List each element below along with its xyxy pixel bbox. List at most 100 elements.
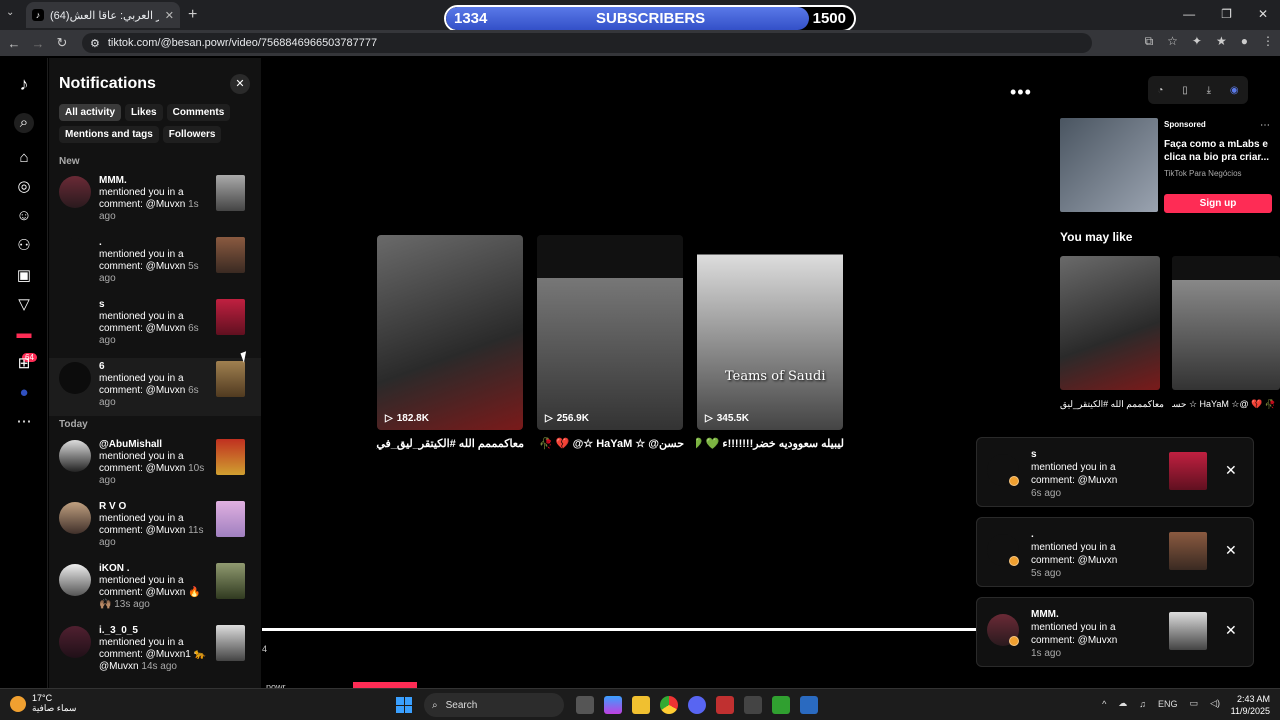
video-thumbnail[interactable]: [216, 501, 245, 537]
notification-item[interactable]: . mentioned you in a comment: @Muvxn 5s a…: [49, 234, 261, 292]
filter-likes[interactable]: Likes: [125, 104, 163, 121]
video-thumbnail[interactable]: [216, 361, 245, 397]
notification-item[interactable]: i._3_0_5 mentioned you in a comment: @Muv…: [49, 622, 261, 680]
site-info-icon[interactable]: ⚙: [90, 37, 100, 50]
mic-icon[interactable]: ♫: [1139, 699, 1146, 709]
taskbar-search[interactable]: ⌕ Search: [424, 693, 564, 717]
profile-avatar[interactable]: ●: [14, 383, 34, 403]
weather-widget[interactable]: 17°C سماء صافية: [10, 693, 76, 714]
close-toast-icon[interactable]: ✕: [1225, 622, 1237, 639]
notification-item[interactable]: R V Omentioned you in a comment: @Muvxn …: [49, 498, 261, 556]
video-thumbnail[interactable]: [216, 439, 245, 475]
reload-icon[interactable]: ↻: [50, 35, 74, 51]
notification-item[interactable]: @AbuMishall mentioned you in a comment: @…: [49, 436, 261, 494]
avatar[interactable]: [59, 176, 91, 208]
chrome-icon[interactable]: [660, 696, 678, 714]
extensions-icon[interactable]: ✦: [1192, 34, 1202, 49]
recommended-thumbnail[interactable]: [1060, 256, 1160, 390]
network-icon[interactable]: ▭: [1190, 698, 1199, 709]
notification-item[interactable]: iKON . mentioned you in a comment: @Muvxn…: [49, 560, 261, 618]
filter-mentions-and-tags[interactable]: Mentions and tags: [59, 126, 159, 143]
mention-toast[interactable]: MMM. mentioned you in a comment: @Muvxn 1s…: [976, 597, 1254, 667]
new-tab-button[interactable]: +: [188, 6, 197, 24]
app-icon[interactable]: [716, 696, 734, 714]
tray-chevron-icon[interactable]: ^: [1102, 699, 1106, 709]
install-app-icon[interactable]: ⧉: [1145, 34, 1154, 49]
phone-icon[interactable]: ▯: [1182, 85, 1188, 96]
upload-icon[interactable]: ⊞: [14, 354, 34, 374]
bookmark-star-icon[interactable]: ☆: [1167, 34, 1178, 49]
home-icon[interactable]: ⌂: [14, 148, 34, 168]
download-icon[interactable]: ⤓: [1207, 85, 1211, 96]
sponsored-image[interactable]: [1060, 118, 1158, 212]
mention-toast[interactable]: . mentioned you in a comment: @Muvxn 5s ag…: [976, 517, 1254, 587]
windows-start-icon[interactable]: [396, 697, 412, 713]
video-caption[interactable]: حسن@ ☆ HaYaM ☆@ 💔 🥀 الشمري kw @Amaro @ثا…: [536, 436, 684, 452]
tab-search-icon[interactable]: ⌄: [6, 7, 14, 18]
discord-icon[interactable]: [688, 696, 706, 714]
app-icon[interactable]: [772, 696, 790, 714]
profile-icon[interactable]: ●: [1241, 34, 1248, 49]
close-notifications-icon[interactable]: ✕: [230, 74, 250, 94]
messages-icon[interactable]: ▬: [14, 324, 34, 344]
mention-toast[interactable]: s mentioned you in a comment: @Muvxn 6s ag…: [976, 437, 1254, 507]
notification-item[interactable]: 6 mentioned you in a comment: @Muvxn 6s a…: [49, 358, 261, 416]
video-progress-bar[interactable]: [262, 628, 976, 631]
sponsored-more-icon[interactable]: ⋯: [1260, 120, 1270, 131]
video-card[interactable]: ▷ 256.9K: [537, 235, 683, 430]
video-thumbnail[interactable]: [216, 237, 245, 273]
app-icon[interactable]: [800, 696, 818, 714]
video-thumbnail[interactable]: [216, 299, 245, 335]
url-field[interactable]: ⚙ tiktok.com/@besan.powr/video/756884696…: [82, 33, 1092, 53]
sponsored-text[interactable]: Faça como a mLabs e clica na bio pra cri…: [1164, 138, 1274, 164]
volume-icon[interactable]: ◁): [1210, 698, 1220, 709]
avatar[interactable]: [59, 440, 91, 472]
more-icon[interactable]: ⋯: [14, 412, 34, 432]
app-icon[interactable]: [744, 696, 762, 714]
following-icon[interactable]: ☺: [14, 206, 34, 226]
maximize-button[interactable]: ❐: [1221, 7, 1232, 21]
file-explorer-icon[interactable]: [632, 696, 650, 714]
forward-icon[interactable]: →: [26, 36, 50, 51]
browser-tab[interactable]: ♪ (64)الشعر العربي: عاقا العش ✕: [26, 2, 180, 28]
language-indicator[interactable]: ENG: [1158, 699, 1178, 709]
video-thumbnail[interactable]: [216, 563, 245, 599]
avatar[interactable]: [59, 238, 91, 270]
onedrive-icon[interactable]: ☁: [1118, 698, 1127, 709]
video-thumbnail[interactable]: [216, 625, 245, 661]
minimize-button[interactable]: —: [1183, 7, 1195, 21]
activity-icon[interactable]: ▽: [14, 295, 34, 315]
avatar[interactable]: [59, 564, 91, 596]
bookmarks-icon[interactable]: ★: [1216, 34, 1227, 49]
recommended-caption[interactable]: 🥀 💔 @☆ HaYaM ☆ حسن الشمري kw hayam essoi: [1172, 398, 1276, 411]
video-card[interactable]: ▷ 182.8K: [377, 235, 523, 430]
profile-ring-icon[interactable]: ◉: [1230, 85, 1239, 96]
video-caption[interactable]: ليبيله سعووديه خضر!!!!!!!ء 💚 💚 SA@SXB @d…: [696, 436, 844, 452]
close-toast-icon[interactable]: ✕: [1225, 542, 1237, 559]
video-caption[interactable]: معاكمممم الله #الكيتقر_ليق_في_السعوديه #…: [376, 436, 524, 452]
notification-item[interactable]: s mentioned you in a comment: @Muvxn 6s a…: [49, 296, 261, 354]
notification-item[interactable]: MMM. mentioned you in a comment: @Muvxn 1…: [49, 172, 261, 230]
explore-icon[interactable]: ◎: [14, 177, 34, 197]
browser-menu-icon[interactable]: ⋮: [1262, 34, 1274, 49]
filter-all-activity[interactable]: All activity: [59, 104, 122, 121]
video-card[interactable]: Teams of Saudi ▷ 345.5K: [697, 235, 843, 430]
back-icon[interactable]: ←: [2, 36, 26, 51]
search-icon[interactable]: ⌕: [14, 113, 34, 133]
speed-icon[interactable]: ◔: [1157, 85, 1163, 96]
filter-comments[interactable]: Comments: [166, 104, 231, 121]
task-view-icon[interactable]: [576, 696, 594, 714]
avatar[interactable]: [59, 362, 91, 394]
copilot-icon[interactable]: [604, 696, 622, 714]
more-options-icon[interactable]: •••: [1010, 82, 1032, 103]
filter-followers[interactable]: Followers: [162, 126, 222, 143]
recommended-caption[interactable]: معاكمممم الله #الكيتقر_ليق_في_السعوديه 3…: [1060, 398, 1164, 411]
close-window-button[interactable]: ✕: [1258, 7, 1268, 21]
video-thumbnail[interactable]: [216, 175, 245, 211]
avatar[interactable]: [59, 300, 91, 332]
tab-close-icon[interactable]: ✕: [165, 9, 174, 22]
close-toast-icon[interactable]: ✕: [1225, 462, 1237, 479]
friends-icon[interactable]: ⚇: [14, 236, 34, 256]
avatar[interactable]: [59, 626, 91, 658]
taskbar-clock[interactable]: 2:43 AM 11/9/2025: [1231, 693, 1270, 717]
